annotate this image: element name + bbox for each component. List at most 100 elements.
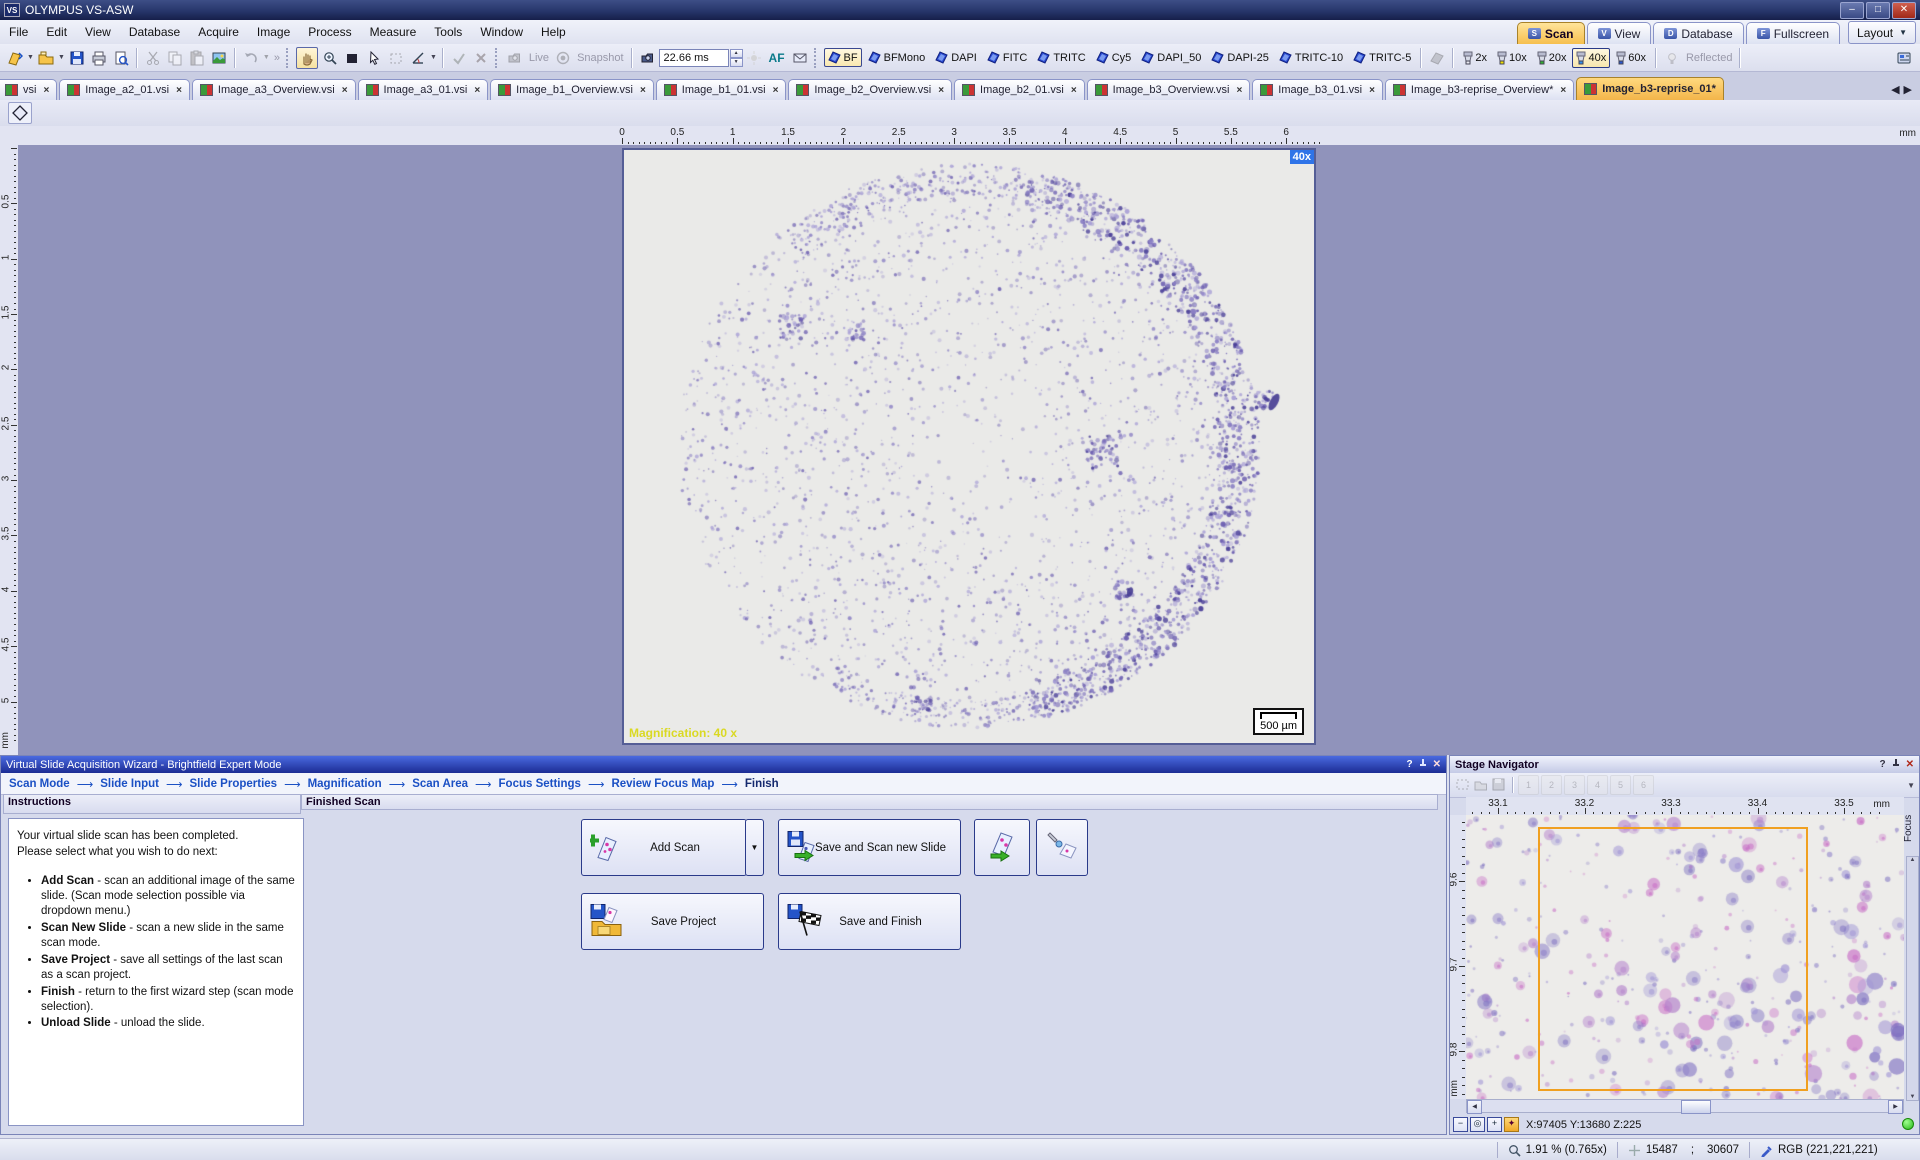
filter-button-dapi[interactable]: DAPI: [931, 48, 981, 67]
menu-view[interactable]: View: [76, 22, 120, 42]
diamond-shape-tool[interactable]: [8, 102, 32, 124]
stage-position-button-1[interactable]: 1: [1518, 775, 1539, 795]
scrollbar-thumb[interactable]: [1681, 1100, 1711, 1114]
focus-up-icon[interactable]: ▲: [1910, 857, 1916, 863]
document-tab[interactable]: Image_b3-reprise_Overview*×: [1385, 79, 1574, 100]
document-tab[interactable]: vsi×: [0, 79, 57, 100]
focus-tab-label[interactable]: Focus: [1903, 798, 1919, 858]
camera-settings-button[interactable]: [638, 48, 658, 68]
focus-down-icon[interactable]: ▼: [1910, 1094, 1916, 1100]
zoom-in-button[interactable]: +: [1487, 1117, 1502, 1132]
menu-tools[interactable]: Tools: [425, 22, 471, 42]
close-tab-icon[interactable]: ×: [1236, 85, 1242, 96]
save-and-scan-new-slide-button[interactable]: Save and Scan new Slide: [778, 819, 961, 876]
mode-tab-database[interactable]: DDatabase: [1653, 22, 1743, 44]
add-scan-dropdown[interactable]: ▼: [745, 819, 764, 876]
mode-tab-fullscreen[interactable]: FFullscreen: [1746, 22, 1840, 44]
chevron-down-icon[interactable]: ▼: [263, 54, 270, 61]
mail-export-button[interactable]: [790, 48, 810, 68]
print-preview-button[interactable]: [111, 48, 131, 68]
zoom-out-button[interactable]: −: [1453, 1117, 1468, 1132]
rectangle-tool-button[interactable]: [342, 48, 362, 68]
snapshot-button[interactable]: [553, 48, 573, 68]
menu-process[interactable]: Process: [299, 22, 360, 42]
filter-button-tritc[interactable]: TRITC: [1033, 48, 1089, 67]
copy-button[interactable]: [165, 48, 185, 68]
filter-button-dapi_50[interactable]: DAPI_50: [1137, 48, 1205, 67]
stage-position-button-3[interactable]: 3: [1564, 775, 1585, 795]
minimize-button[interactable]: –: [1840, 2, 1864, 19]
zoom-fit-button[interactable]: ◎: [1470, 1117, 1485, 1132]
save-positions-button[interactable]: [1490, 776, 1508, 794]
wizard-step-finish[interactable]: Finish: [745, 778, 779, 790]
menu-acquire[interactable]: Acquire: [189, 22, 248, 42]
menu-database[interactable]: Database: [120, 22, 189, 42]
filter-button-fitc[interactable]: FITC: [983, 48, 1031, 67]
wizard-step-scan-mode[interactable]: Scan Mode: [9, 778, 70, 790]
tab-scroll-right-button[interactable]: ▶: [1904, 83, 1912, 96]
document-tab[interactable]: Image_b1_Overview.vsi×: [490, 79, 654, 100]
save-project-button[interactable]: Save Project: [581, 893, 764, 950]
image-convert-button[interactable]: [209, 48, 229, 68]
layout-dropdown[interactable]: Layout ▼: [1848, 21, 1916, 44]
exposure-spinner[interactable]: ▲▼: [730, 49, 743, 67]
close-tab-icon[interactable]: ×: [640, 85, 646, 96]
specimen-image[interactable]: [624, 150, 1314, 743]
document-tab[interactable]: Image_b2_01.vsi×: [954, 79, 1085, 100]
wizard-step-magnification[interactable]: Magnification: [308, 778, 382, 790]
document-tab[interactable]: Image_a3_01.vsi×: [358, 79, 489, 100]
scan-area-selection[interactable]: [1538, 827, 1808, 1091]
pin-icon[interactable]: [1892, 758, 1900, 771]
open-positions-button[interactable]: [1472, 776, 1490, 794]
document-tab[interactable]: Image_a3_Overview.vsi×: [192, 79, 356, 100]
spin-down-icon[interactable]: ▼: [730, 58, 743, 67]
wizard-step-slide-properties[interactable]: Slide Properties: [190, 778, 278, 790]
close-icon[interactable]: ✕: [1906, 759, 1914, 770]
objective-button-40x[interactable]: 40x: [1572, 48, 1610, 68]
help-icon[interactable]: ?: [1407, 759, 1413, 770]
objective-button-10x[interactable]: 10x: [1493, 48, 1531, 68]
scroll-right-icon[interactable]: ▶: [1888, 1100, 1903, 1114]
document-tab[interactable]: Image_b1_01.vsi×: [656, 79, 787, 100]
close-tab-icon[interactable]: ×: [342, 85, 348, 96]
close-tab-icon[interactable]: ×: [773, 85, 779, 96]
auto-exposure-button[interactable]: [744, 48, 764, 68]
chevron-down-icon[interactable]: ▼: [430, 54, 437, 61]
filter-button-dapi-25[interactable]: DAPI-25: [1207, 48, 1273, 67]
close-tab-icon[interactable]: ×: [43, 85, 49, 96]
menu-measure[interactable]: Measure: [361, 22, 426, 42]
paste-button[interactable]: [187, 48, 207, 68]
stage-position-button-2[interactable]: 2: [1541, 775, 1562, 795]
document-tab[interactable]: Image_b3_Overview.vsi×: [1087, 79, 1251, 100]
toolbar-overflow-button[interactable]: »: [274, 52, 280, 64]
focus-slider[interactable]: ▲ ▼: [1906, 856, 1919, 1101]
stage-h-scrollbar[interactable]: ◀ ▶: [1466, 1099, 1904, 1113]
close-tab-icon[interactable]: ×: [938, 85, 944, 96]
filter-button-bf[interactable]: BF: [824, 48, 862, 67]
move-stage-button[interactable]: ✦: [1504, 1117, 1519, 1132]
menu-image[interactable]: Image: [248, 22, 299, 42]
measure-tool-button[interactable]: [408, 48, 428, 68]
load-slide-button[interactable]: [5, 48, 25, 68]
wizard-step-review-focus-map[interactable]: Review Focus Map: [611, 778, 714, 790]
autofocus-button[interactable]: AF: [765, 49, 789, 67]
scroll-left-icon[interactable]: ◀: [1467, 1100, 1482, 1114]
stage-position-button-6[interactable]: 6: [1633, 775, 1654, 795]
add-scan-button[interactable]: Add Scan: [581, 819, 747, 876]
slide-image-frame[interactable]: 40x Magnification: 40 x 500 µm: [622, 148, 1316, 745]
filter-button-cy5[interactable]: Cy5: [1092, 48, 1136, 67]
objective-button-20x[interactable]: 20x: [1533, 48, 1571, 68]
chevron-down-icon[interactable]: ▼: [1907, 781, 1915, 790]
objective-button-60x[interactable]: 60x: [1612, 48, 1650, 68]
wizard-step-scan-area[interactable]: Scan Area: [412, 778, 468, 790]
menu-help[interactable]: Help: [532, 22, 575, 42]
close-tab-icon[interactable]: ×: [1560, 85, 1566, 96]
document-tab[interactable]: Image_b3_01.vsi×: [1252, 79, 1383, 100]
live-view-button[interactable]: [505, 48, 525, 68]
filter-button-tritc-5[interactable]: TRITC-5: [1349, 48, 1415, 67]
scan-new-slide-button[interactable]: [974, 819, 1030, 876]
chevron-down-icon[interactable]: ▼: [58, 54, 65, 61]
pointer-tool-button[interactable]: [364, 48, 384, 68]
wizard-step-focus-settings[interactable]: Focus Settings: [499, 778, 581, 790]
mode-tab-scan[interactable]: SScan: [1517, 22, 1585, 44]
